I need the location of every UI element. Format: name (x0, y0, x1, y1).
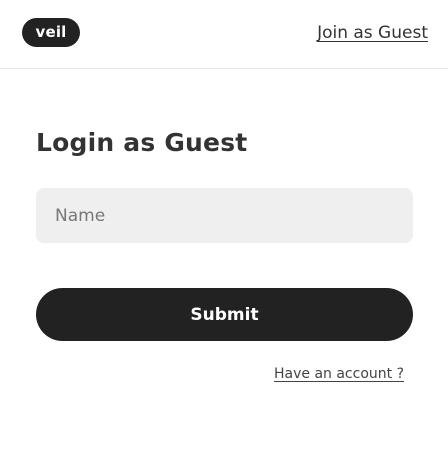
have-an-account-link[interactable]: Have an account ? (274, 364, 404, 384)
name-input[interactable] (36, 188, 413, 243)
top-bar: veil Join as Guest (0, 0, 448, 69)
join-as-guest-link[interactable]: Join as Guest (317, 21, 428, 45)
page-title: Login as Guest (36, 128, 248, 157)
submit-button[interactable]: Submit (36, 288, 413, 341)
veil-logo[interactable]: veil (22, 18, 80, 47)
